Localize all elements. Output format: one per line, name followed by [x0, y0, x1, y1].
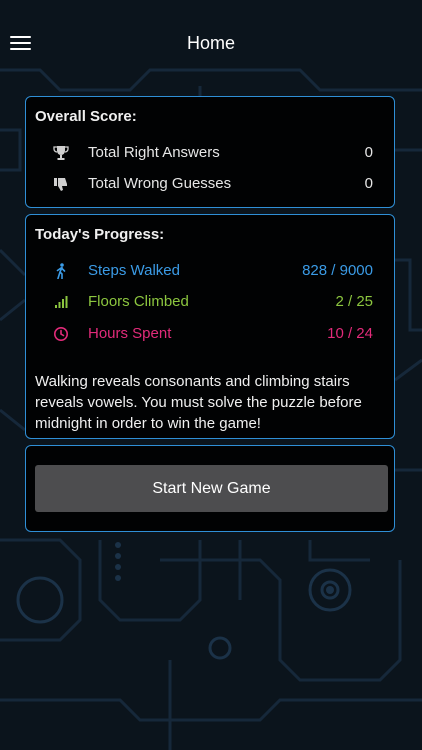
right-answers-value: 0	[364, 144, 373, 161]
clock-icon	[52, 325, 70, 343]
steps-walked-label: Steps Walked	[88, 262, 180, 279]
floors-climbed-row: Floors Climbed 2 / 25	[26, 290, 396, 314]
walking-person-icon	[52, 262, 70, 280]
hours-spent-value: 10 / 24	[327, 325, 373, 342]
hours-spent-label: Hours Spent	[88, 325, 172, 342]
game-description: Walking reveals consonants and climbing …	[35, 373, 362, 432]
hours-spent-row: Hours Spent 10 / 24	[26, 322, 396, 346]
floors-climbed-value: 2 / 25	[335, 293, 373, 310]
nav-bar: Home	[0, 0, 422, 86]
todays-progress-title: Today's Progress:	[35, 226, 165, 243]
todays-progress-card: Today's Progress: Steps Walked 828 / 900…	[25, 214, 395, 439]
wrong-guesses-row: Total Wrong Guesses 0	[26, 172, 396, 196]
start-new-game-button[interactable]: Start New Game	[35, 465, 388, 512]
overall-score-title: Overall Score:	[35, 108, 137, 125]
right-answers-label: Total Right Answers	[88, 144, 220, 161]
wrong-guesses-label: Total Wrong Guesses	[88, 175, 232, 192]
trophy-icon	[52, 144, 70, 162]
floors-climbed-label: Floors Climbed	[88, 293, 189, 310]
steps-walked-row: Steps Walked 828 / 9000	[26, 259, 396, 283]
wrong-guesses-value: 0	[364, 175, 373, 192]
bars-icon	[52, 293, 70, 311]
start-game-card: Start New Game	[25, 445, 395, 532]
right-answers-row: Total Right Answers 0	[26, 141, 396, 165]
page-title: Home	[186, 33, 235, 53]
thumbs-down-icon	[52, 175, 70, 193]
overall-score-card: Overall Score: Total Right Answers 0 Tot…	[25, 96, 395, 208]
steps-walked-value: 828 / 9000	[302, 262, 373, 279]
